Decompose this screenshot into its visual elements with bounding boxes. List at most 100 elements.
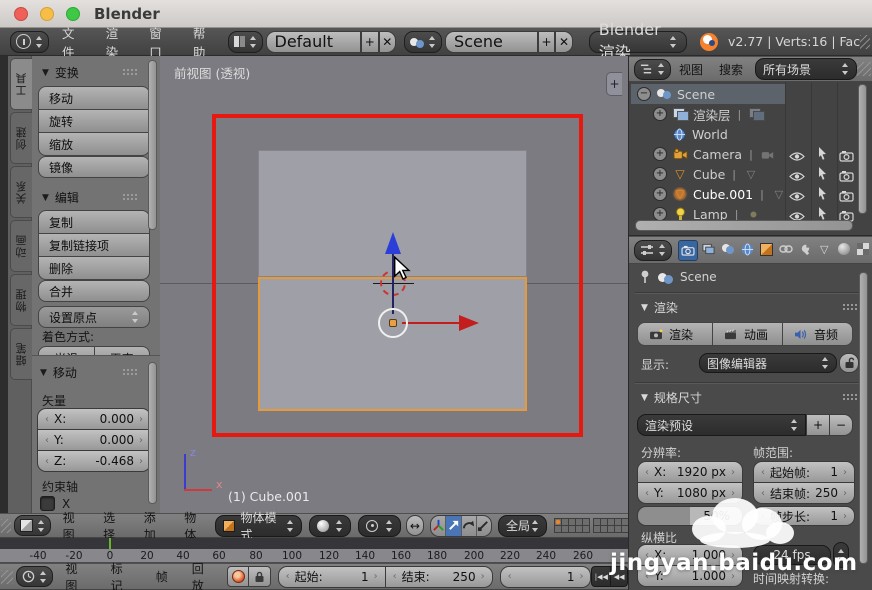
editor-type-selector[interactable]: [634, 240, 672, 261]
menu-file[interactable]: 文件: [62, 23, 80, 61]
tab-texture[interactable]: [854, 240, 872, 259]
decrement-arrow[interactable]: ‹: [45, 456, 49, 467]
decrement-arrow[interactable]: ‹: [761, 488, 765, 499]
render-animation-button[interactable]: 动画: [713, 322, 783, 346]
drag-dots-icon[interactable]: [122, 368, 138, 377]
menu-render[interactable]: 渲染: [106, 23, 124, 61]
tab-object[interactable]: [757, 240, 775, 259]
tab-physics[interactable]: 物理: [10, 274, 32, 326]
frame-end-field[interactable]: ‹ 结束: 250 ›: [386, 566, 493, 588]
remove-preset-button[interactable]: −: [830, 414, 853, 436]
expand-plus-icon[interactable]: +: [653, 187, 667, 201]
decrement-arrow[interactable]: ‹: [645, 467, 649, 478]
editor-type-selector[interactable]: [16, 566, 53, 587]
render-still-button[interactable]: 渲染: [637, 322, 713, 346]
decrement-arrow[interactable]: ‹: [508, 571, 512, 582]
menu-search[interactable]: 搜索: [719, 61, 743, 78]
timeline-ruler[interactable]: -40 -20 0 20 40 60 80 100 120 140 160 18…: [0, 549, 628, 563]
collapse-minus-icon[interactable]: −: [637, 87, 651, 101]
outliner-row-render-layers[interactable]: + 渲染层 |: [653, 104, 769, 124]
screen-layout-icon-button[interactable]: [228, 31, 263, 53]
tab-scene[interactable]: [719, 240, 737, 259]
header-resize-grip[interactable]: [1, 570, 13, 584]
minimize-window-button[interactable]: [40, 7, 54, 21]
tab-world[interactable]: [738, 240, 756, 259]
increment-arrow[interactable]: ›: [579, 571, 583, 582]
tab-create[interactable]: 创建: [10, 112, 32, 164]
translate-manipulator-toggle[interactable]: [445, 516, 460, 536]
operator-panel-scrollbar[interactable]: [148, 362, 157, 504]
increment-arrow[interactable]: ›: [481, 571, 485, 582]
render-presets-dropdown[interactable]: 渲染预设: [637, 414, 806, 436]
dimensions-panel-header[interactable]: ▼ 规格尺寸: [641, 389, 858, 406]
decrement-arrow[interactable]: ‹: [761, 467, 765, 478]
add-layout-button[interactable]: +: [361, 31, 379, 53]
edit-panel-header[interactable]: ▼ 编辑: [42, 189, 138, 206]
renderability-camera-toggle[interactable]: [839, 147, 857, 161]
renderability-camera-toggle[interactable]: [839, 167, 857, 181]
increment-arrow[interactable]: ›: [374, 571, 378, 582]
pivot-point-dropdown[interactable]: [358, 515, 400, 537]
renderability-camera-toggle[interactable]: [839, 187, 857, 201]
render-audio-button[interactable]: 音频: [783, 322, 853, 346]
frame-end-field[interactable]: ‹ 结束帧: 250 ›: [753, 483, 855, 504]
properties-scrollbar[interactable]: [859, 272, 868, 564]
frame-start-field[interactable]: ‹ 起始帧: 1 ›: [753, 461, 855, 483]
visibility-eye-toggle[interactable]: [789, 207, 807, 221]
tab-constraints[interactable]: [776, 240, 794, 259]
delete-button[interactable]: 删除: [38, 257, 150, 280]
selectability-cursor-toggle[interactable]: [817, 146, 835, 160]
expand-plus-icon[interactable]: +: [653, 147, 667, 161]
renderability-camera-toggle[interactable]: [839, 207, 857, 221]
properties-region-open-tab[interactable]: +: [606, 72, 622, 96]
increment-arrow[interactable]: ›: [843, 467, 847, 478]
display-dropdown[interactable]: 图像编辑器: [699, 353, 837, 373]
jump-to-start-button[interactable]: |◀◀: [591, 566, 611, 587]
expand-plus-icon[interactable]: +: [653, 107, 667, 121]
outliner-filter-dropdown[interactable]: 所有场景: [755, 58, 857, 80]
increment-arrow[interactable]: ›: [139, 456, 143, 467]
scene-selector-icon-button[interactable]: [404, 31, 442, 53]
increment-arrow[interactable]: ›: [731, 467, 735, 478]
scale-button[interactable]: 缩放: [38, 133, 150, 156]
current-frame-field[interactable]: ‹ 1 ›: [500, 566, 592, 588]
pin-icon[interactable]: [639, 270, 651, 284]
transform-panel-header[interactable]: ▼ 变换: [42, 64, 138, 81]
tab-modifiers[interactable]: [796, 240, 814, 259]
outliner-row-cube-001[interactable]: + ▽ Cube.001 | ▽: [653, 184, 792, 204]
tool-shelf-scrollbar[interactable]: [148, 60, 157, 230]
drag-dots-icon[interactable]: [842, 393, 858, 402]
menu-view[interactable]: 视图: [679, 61, 703, 78]
menu-frame[interactable]: 帧: [156, 568, 168, 585]
tab-animation[interactable]: 动画: [10, 220, 32, 272]
expand-plus-icon[interactable]: +: [653, 167, 667, 181]
rotate-button[interactable]: 旋转: [38, 110, 150, 133]
add-scene-button[interactable]: +: [538, 31, 556, 53]
resolution-x-field[interactable]: ‹ X: 1920 px ›: [637, 461, 743, 483]
visibility-eye-toggle[interactable]: [789, 167, 807, 181]
tab-tools[interactable]: 工具: [10, 58, 32, 110]
selectability-cursor-toggle[interactable]: [817, 186, 835, 200]
shade-flat-button[interactable]: 平直: [95, 346, 151, 355]
outliner-row-camera[interactable]: + Camera |: [653, 144, 781, 164]
drag-dots-icon[interactable]: [842, 303, 858, 312]
delete-scene-button[interactable]: ✕: [555, 31, 573, 53]
layers-grid-2[interactable]: [593, 519, 628, 533]
viewport-shading-dropdown[interactable]: [309, 515, 351, 537]
selectability-cursor-toggle[interactable]: [817, 166, 835, 180]
layers-grid-1[interactable]: [554, 519, 589, 533]
join-button[interactable]: 合并: [38, 280, 150, 302]
move-y-field[interactable]: ‹ Y: 0.000 ›: [37, 430, 151, 451]
rotate-manipulator-toggle[interactable]: [461, 516, 476, 536]
menu-playback[interactable]: 回放: [192, 560, 213, 590]
transform-orientation-dropdown[interactable]: 全局: [498, 515, 547, 537]
tab-material[interactable]: [834, 240, 852, 259]
header-resize-grip[interactable]: [860, 35, 870, 49]
menu-help[interactable]: 帮助: [193, 23, 211, 61]
scene-name-field[interactable]: Scene: [445, 31, 538, 53]
drag-dots-icon[interactable]: [122, 193, 138, 202]
mode-dropdown[interactable]: 物体模式: [215, 515, 303, 537]
frame-start-field[interactable]: ‹ 起始: 1 ›: [278, 566, 386, 588]
outliner-row-world[interactable]: World: [671, 124, 728, 144]
menu-window[interactable]: 窗口: [149, 23, 167, 61]
